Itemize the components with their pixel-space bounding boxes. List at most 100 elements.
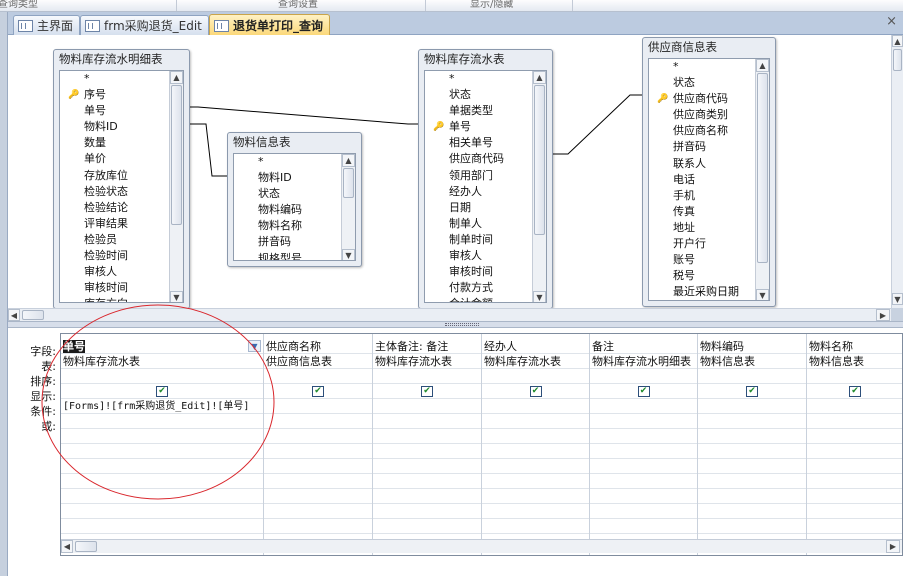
- empty-cell[interactable]: [590, 504, 697, 519]
- grid-column[interactable]: ▼ 单号 物料库存流水表 ✔ [Forms]![frm采购退货_Edit]![单号]: [61, 334, 264, 555]
- grid-column[interactable]: 主体备注: 备注 物料库存流水表 ✔: [373, 334, 482, 555]
- field-item[interactable]: 物料名称: [234, 218, 341, 234]
- field-cell[interactable]: 经办人: [482, 339, 589, 354]
- or-cell[interactable]: [807, 414, 902, 429]
- scroll-down-icon[interactable]: ▼: [892, 293, 903, 305]
- field-item[interactable]: 评审结果: [60, 216, 169, 232]
- grid-column[interactable]: 物料名称 物料信息表 ✔: [807, 334, 902, 555]
- field-item[interactable]: 供应商类别: [649, 107, 755, 123]
- criteria-cell[interactable]: [590, 399, 697, 414]
- sort-cell[interactable]: [590, 369, 697, 384]
- field-item[interactable]: 物料编码: [234, 202, 341, 218]
- scroll-up-icon[interactable]: ▲: [170, 71, 183, 84]
- scroll-thumb[interactable]: [893, 49, 902, 71]
- scroll-thumb[interactable]: [343, 168, 354, 198]
- empty-cell[interactable]: [61, 444, 263, 459]
- empty-cell[interactable]: [61, 459, 263, 474]
- empty-cell[interactable]: [590, 459, 697, 474]
- empty-cell[interactable]: [590, 489, 697, 504]
- field-item[interactable]: 🔑 序号: [60, 87, 169, 103]
- field-item[interactable]: 存放库位: [60, 168, 169, 184]
- field-item[interactable]: *: [425, 71, 532, 87]
- show-cell[interactable]: ✔: [61, 384, 263, 399]
- field-item[interactable]: *: [234, 154, 341, 170]
- field-item[interactable]: 单价: [60, 151, 169, 167]
- scroll-right-icon[interactable]: ▶: [886, 540, 900, 553]
- table-cell[interactable]: 物料库存流水明细表: [590, 354, 697, 369]
- field-list-title[interactable]: 物料库存流水表: [419, 50, 552, 70]
- pane-splitter[interactable]: [8, 321, 903, 328]
- table-cell[interactable]: 物料信息表: [807, 354, 902, 369]
- scroll-left-icon[interactable]: ◀: [8, 309, 20, 321]
- grid-column[interactable]: 物料编码 物料信息表 ✔: [698, 334, 807, 555]
- field-item[interactable]: 电话: [649, 172, 755, 188]
- field-list-scrollbar[interactable]: ▲ ▼: [755, 59, 769, 300]
- scroll-thumb[interactable]: [171, 85, 182, 225]
- show-checkbox[interactable]: ✔: [529, 386, 542, 397]
- sort-cell[interactable]: [807, 369, 902, 384]
- grid-column[interactable]: 备注 物料库存流水明细表 ✔: [590, 334, 698, 555]
- scroll-down-icon[interactable]: ▼: [533, 291, 546, 302]
- empty-cell[interactable]: [264, 504, 372, 519]
- field-item[interactable]: 审核人: [60, 264, 169, 280]
- field-list-scrollbar[interactable]: ▲ ▼: [341, 154, 355, 260]
- table-cell[interactable]: 物料信息表: [698, 354, 806, 369]
- show-cell[interactable]: ✔: [482, 384, 589, 399]
- scroll-up-icon[interactable]: ▲: [342, 154, 355, 167]
- field-item[interactable]: 物料ID: [60, 119, 169, 135]
- table-cell[interactable]: 物料库存流水表: [61, 354, 263, 369]
- empty-cell[interactable]: [61, 504, 263, 519]
- field-item[interactable]: 相关单号: [425, 135, 532, 151]
- empty-cell[interactable]: [482, 474, 589, 489]
- field-item[interactable]: 制单时间: [425, 232, 532, 248]
- scroll-up-icon[interactable]: ▲: [892, 35, 903, 47]
- empty-cell[interactable]: [373, 444, 481, 459]
- empty-cell[interactable]: [807, 444, 902, 459]
- empty-cell[interactable]: [482, 489, 589, 504]
- empty-cell[interactable]: [698, 459, 806, 474]
- table-material-stock-flow-detail[interactable]: 物料库存流水明细表 * 🔑 序号 单号 物料ID 数量 单价 存放库位 检验状态 检验结论 评审结果检…: [53, 49, 190, 308]
- field-item[interactable]: 最近采购日期: [649, 284, 755, 300]
- empty-cell[interactable]: [482, 444, 589, 459]
- field-item[interactable]: 状态: [649, 75, 755, 91]
- field-item[interactable]: 状态: [425, 87, 532, 103]
- sort-cell[interactable]: [698, 369, 806, 384]
- empty-cell[interactable]: [698, 444, 806, 459]
- empty-cell[interactable]: [373, 459, 481, 474]
- scroll-left-icon[interactable]: ◀: [61, 540, 73, 553]
- field-item[interactable]: 审核时间: [60, 280, 169, 296]
- empty-cell[interactable]: [590, 444, 697, 459]
- field-item[interactable]: 拼音码: [234, 234, 341, 250]
- scroll-thumb[interactable]: [757, 73, 768, 263]
- field-item[interactable]: 经办人: [425, 184, 532, 200]
- scroll-up-icon[interactable]: ▲: [756, 59, 769, 72]
- field-item[interactable]: 手机: [649, 188, 755, 204]
- empty-cell[interactable]: [807, 519, 902, 534]
- empty-cell[interactable]: [482, 459, 589, 474]
- chevron-down-icon[interactable]: ▼: [248, 340, 261, 352]
- field-item[interactable]: 审核时间: [425, 264, 532, 280]
- show-cell[interactable]: ✔: [590, 384, 697, 399]
- table-supplier-info[interactable]: 供应商信息表 * 状态 🔑 供应商代码 供应商类别 供应商名称 拼音码 联系人 电话 手机 传真 地址开…: [642, 37, 776, 307]
- show-cell[interactable]: ✔: [373, 384, 481, 399]
- field-list-title[interactable]: 物料信息表: [228, 133, 361, 153]
- show-cell[interactable]: ✔: [807, 384, 902, 399]
- field-item[interactable]: 单据类型: [425, 103, 532, 119]
- empty-cell[interactable]: [698, 429, 806, 444]
- empty-cell[interactable]: [482, 504, 589, 519]
- or-cell[interactable]: [61, 414, 263, 429]
- or-cell[interactable]: [698, 414, 806, 429]
- field-item[interactable]: 检验时间: [60, 248, 169, 264]
- empty-cell[interactable]: [61, 429, 263, 444]
- table-material-stock-flow[interactable]: 物料库存流水表 * 状态 单据类型 🔑 单号 相关单号 供应商代码 领用部门 经办人 日期 制单人 制单…: [418, 49, 553, 308]
- field-item[interactable]: 检验状态: [60, 184, 169, 200]
- field-item[interactable]: 制单人: [425, 216, 532, 232]
- tab-return-print-query[interactable]: 退货单打印_查询: [209, 14, 331, 36]
- field-item[interactable]: 拼音码: [649, 139, 755, 155]
- show-checkbox[interactable]: ✔: [421, 386, 433, 397]
- empty-cell[interactable]: [590, 519, 697, 534]
- empty-cell[interactable]: [482, 429, 589, 444]
- field-item[interactable]: 库存方向: [60, 296, 169, 302]
- scroll-right-icon[interactable]: ▶: [876, 309, 890, 321]
- empty-cell[interactable]: [373, 519, 481, 534]
